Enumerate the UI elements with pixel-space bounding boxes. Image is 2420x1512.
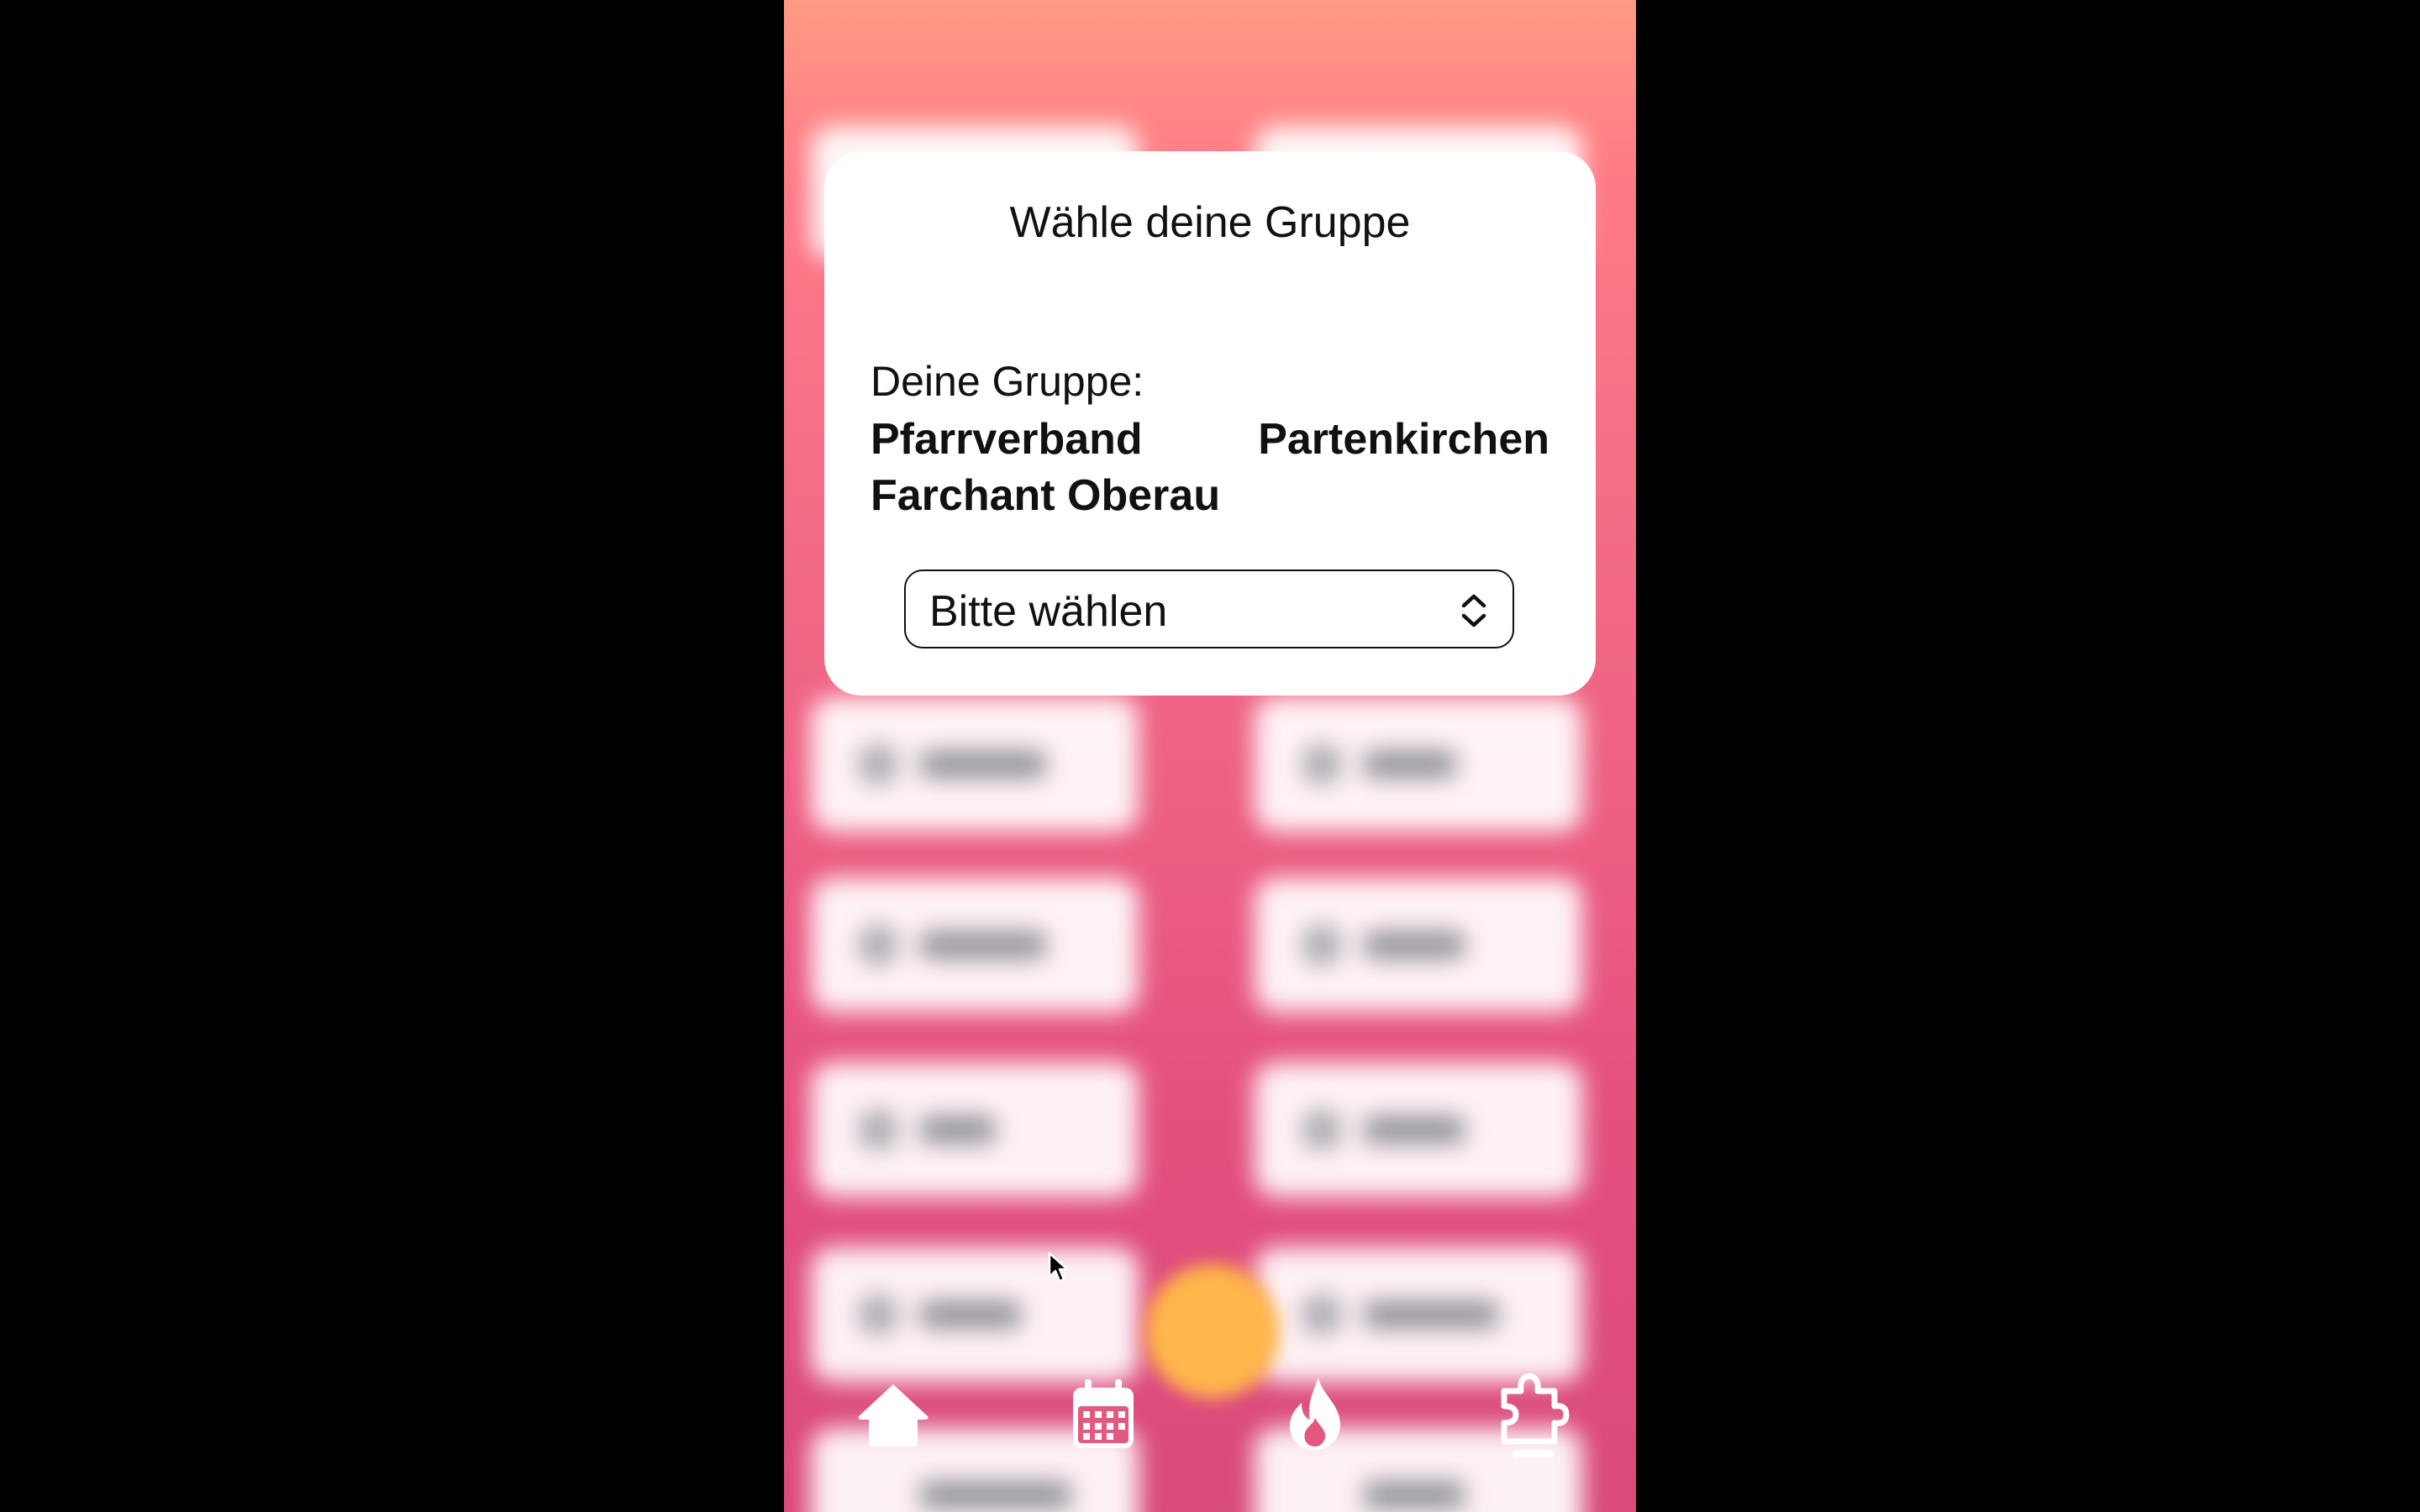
group-select-dialog: Wähle deine Gruppe Deine Gruppe: Pfarrve… — [824, 151, 1596, 696]
nav-calendar[interactable] — [1070, 1378, 1154, 1462]
group-select[interactable]: Bitte wählen — [904, 570, 1514, 648]
background-tile — [1255, 878, 1582, 1012]
group-select-value: Bitte wählen — [929, 587, 1168, 636]
mouse-cursor-icon — [1048, 1252, 1070, 1288]
current-group-name: Pfarrverband Partenkirchen Farchant Ober… — [871, 415, 1549, 520]
background-tile — [811, 1063, 1139, 1197]
background-tile — [811, 697, 1139, 832]
chevron-up-down-icon — [1457, 591, 1491, 630]
background-tile — [811, 1247, 1139, 1382]
group-label: Deine Gruppe: — [871, 358, 1144, 405]
dialog-title: Wähle deine Gruppe — [1009, 198, 1411, 247]
flame-icon — [1281, 1378, 1349, 1457]
background-tile — [1255, 697, 1582, 832]
bottom-navigation — [784, 1369, 1636, 1478]
nav-home[interactable] — [855, 1378, 939, 1462]
puzzle-settings-icon — [1494, 1373, 1570, 1467]
home-icon — [855, 1384, 931, 1457]
calendar-icon — [1070, 1379, 1137, 1457]
nav-extensions[interactable] — [1494, 1371, 1578, 1457]
background-tile — [1255, 1247, 1582, 1382]
background-tile — [1255, 1063, 1582, 1197]
nav-flame[interactable] — [1281, 1376, 1365, 1460]
background-tile — [811, 878, 1139, 1012]
app-screen: Wähle deine Gruppe Deine Gruppe: Pfarrve… — [784, 0, 1636, 1512]
